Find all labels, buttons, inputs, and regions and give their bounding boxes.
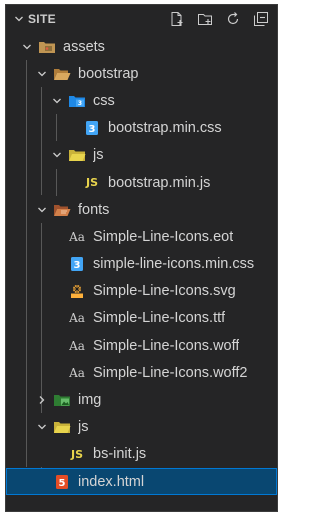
folder-js-icon [53, 419, 71, 435]
tree-item-label: Simple-Line-Icons.woff2 [93, 364, 248, 381]
explorer-panel: SITE assets bootstrap 3 css 3 bootstrap.… [5, 4, 278, 512]
tree-item-css[interactable]: 3 css [6, 87, 277, 114]
html-file-icon: 5 [53, 474, 71, 490]
tree-item-img[interactable]: img [6, 386, 277, 413]
folder-assets-icon [38, 39, 56, 55]
chevron-down-icon[interactable] [50, 96, 64, 106]
tree-item-label: bs-init.js [93, 446, 147, 463]
tree-item-bootstrap-min-js[interactable]: JS bootstrap.min.js [6, 169, 277, 196]
css-file-icon: 3 [83, 120, 101, 136]
tree-item-label: fonts [78, 201, 110, 218]
tree-item-label: simple-line-icons.min.css [93, 256, 255, 273]
tree-item-label: bootstrap.min.css [108, 120, 222, 137]
folder-js-icon [68, 147, 86, 163]
chevron-down-icon[interactable] [50, 150, 64, 160]
tree-item-label: assets [63, 38, 105, 55]
tree-item-label: Simple-Line-Icons.svg [93, 283, 236, 300]
tree-item-label: Simple-Line-Icons.eot [93, 228, 234, 245]
tree-item-font-svg[interactable]: Simple-Line-Icons.svg [6, 278, 277, 305]
svg-text:3: 3 [89, 124, 96, 135]
font-file-icon: Aa [69, 365, 85, 380]
font-file-icon: Aa [69, 229, 85, 244]
tree-item-label: bootstrap.min.js [108, 174, 211, 191]
font-file-icon: Aa [69, 311, 85, 326]
tree-item-label: img [78, 392, 102, 409]
tree-item-bootstrap-min-css[interactable]: 3 bootstrap.min.css [6, 115, 277, 142]
tree-item-js[interactable]: js [6, 142, 277, 169]
tree-item-fonts[interactable]: fonts [6, 196, 277, 223]
svg-text:3: 3 [78, 100, 82, 107]
folder-images-icon [53, 392, 71, 408]
folder-fonts-icon [53, 202, 71, 218]
tree-item-js-folder[interactable]: js [6, 414, 277, 441]
css-file-icon: 3 [68, 256, 86, 272]
tree-item-label: js [78, 419, 89, 436]
tree-item-bootstrap[interactable]: bootstrap [6, 60, 277, 87]
tree-item-index-html[interactable]: 5 index.html [6, 468, 277, 496]
tree-item-font-woff[interactable]: Aa Simple-Line-Icons.woff [6, 332, 277, 359]
tree-item-label: Simple-Line-Icons.ttf [93, 310, 226, 327]
svg-text:3: 3 [74, 260, 81, 271]
tree-item-label: Simple-Line-Icons.woff [93, 337, 240, 354]
tree-item-label: bootstrap [78, 65, 139, 82]
folder-css-icon: 3 [68, 93, 86, 109]
chevron-down-icon[interactable] [35, 69, 49, 79]
explorer-section-header[interactable]: SITE [6, 5, 277, 33]
new-folder-icon[interactable] [197, 11, 213, 27]
tree-item-bs-init-js[interactable]: JS bs-init.js [6, 441, 277, 468]
file-tree: assets bootstrap 3 css 3 bootstrap.min.c… [6, 33, 277, 496]
tree-item-font-ttf[interactable]: Aa Simple-Line-Icons.ttf [6, 305, 277, 332]
chevron-down-icon[interactable] [12, 14, 26, 24]
js-file-icon: JS [85, 176, 98, 190]
chevron-down-icon[interactable] [35, 422, 49, 432]
chevron-down-icon[interactable] [35, 205, 49, 215]
tree-item-label: css [93, 92, 115, 109]
font-file-icon: Aa [69, 338, 85, 353]
folder-open-icon [53, 66, 71, 82]
tree-item-font-woff2[interactable]: Aa Simple-Line-Icons.woff2 [6, 359, 277, 386]
collapse-all-icon[interactable] [253, 11, 269, 27]
svg-file-icon [68, 283, 86, 299]
js-file-icon: JS [70, 447, 83, 461]
section-title: SITE [28, 12, 56, 26]
tree-item-label: js [93, 147, 104, 164]
chevron-right-icon[interactable] [35, 395, 49, 405]
svg-text:5: 5 [59, 478, 66, 489]
tree-item-font-min-css[interactable]: 3 simple-line-icons.min.css [6, 251, 277, 278]
tree-item-assets[interactable]: assets [6, 33, 277, 60]
new-file-icon[interactable] [169, 11, 185, 27]
refresh-icon[interactable] [225, 11, 241, 27]
tree-item-font-eot[interactable]: Aa Simple-Line-Icons.eot [6, 223, 277, 250]
chevron-down-icon[interactable] [20, 42, 34, 52]
tree-item-label: index.html [78, 473, 145, 490]
